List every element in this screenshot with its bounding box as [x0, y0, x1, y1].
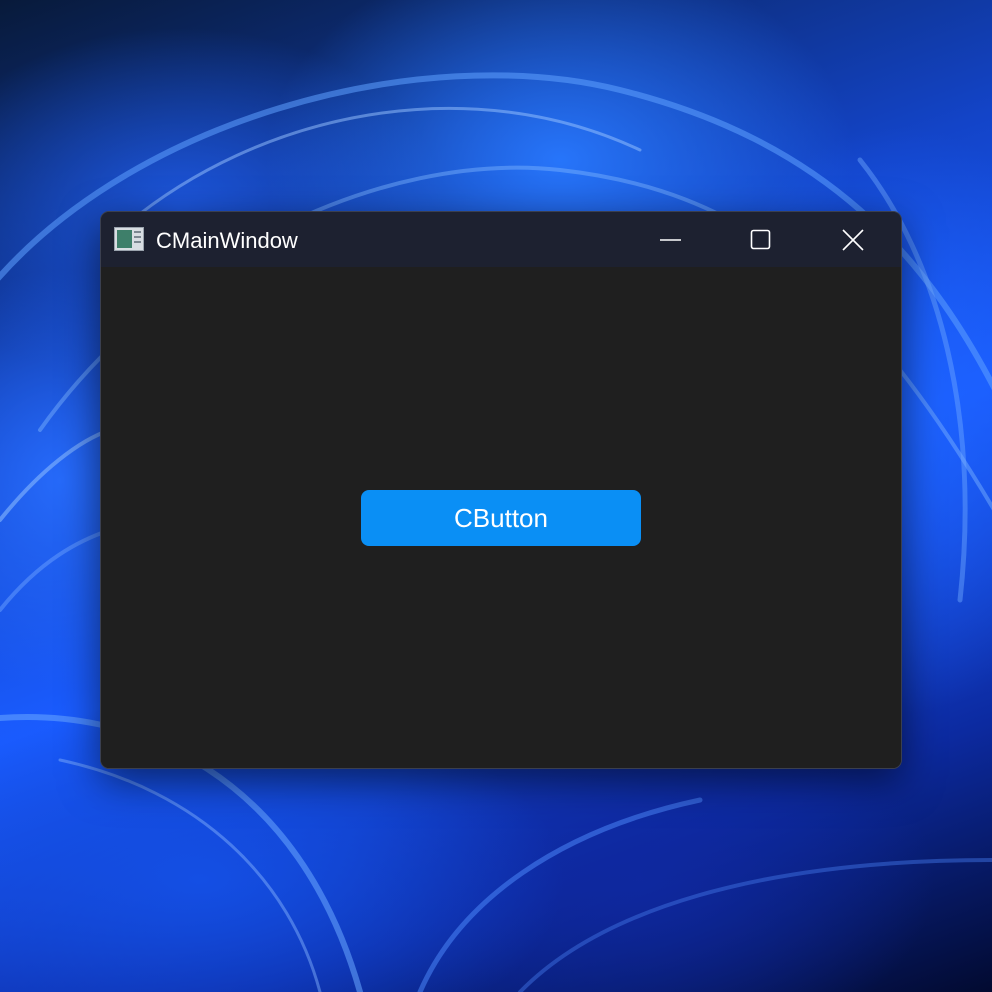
window-title: CMainWindow: [156, 228, 298, 253]
maximize-icon: [750, 229, 771, 249]
title-bar[interactable]: CMainWindow: [101, 212, 901, 267]
close-icon: [842, 228, 864, 251]
app-window-icon[interactable]: [114, 227, 144, 251]
minimize-icon: [660, 238, 681, 241]
app-icon-pane: [117, 230, 132, 248]
cbutton[interactable]: CButton: [361, 490, 641, 546]
app-icon-line: [134, 241, 141, 243]
app-icon-line: [134, 231, 141, 233]
main-window: CMainWindow CButton: [100, 211, 902, 769]
client-area: CButton: [101, 267, 901, 768]
close-button[interactable]: [823, 212, 883, 267]
minimize-button[interactable]: [641, 212, 701, 267]
app-icon-line: [134, 236, 141, 238]
maximize-button[interactable]: [731, 212, 791, 267]
